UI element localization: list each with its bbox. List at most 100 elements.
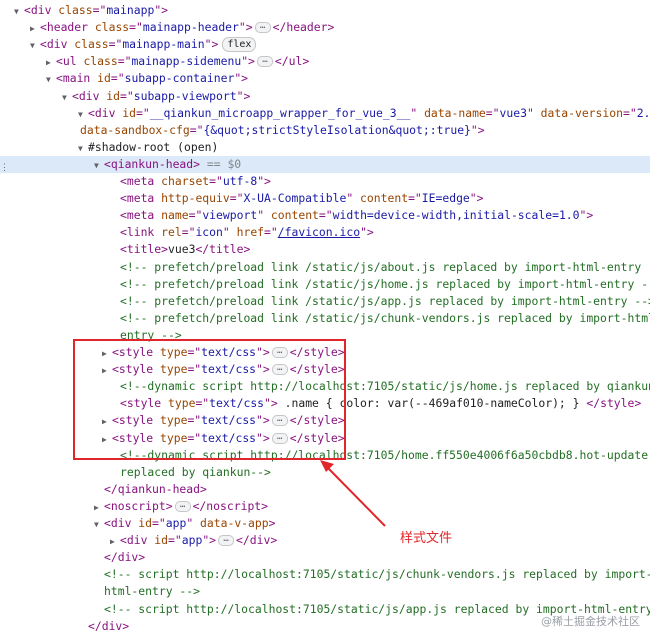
code-token: =" [318, 208, 333, 223]
code-token: width=device-width,initial-scale=1.0 [332, 208, 580, 223]
dom-node-row[interactable]: <!-- prefetch/preload link /static/js/ch… [0, 310, 650, 327]
dom-node-row[interactable]: <meta charset="utf-8"> [0, 173, 650, 190]
dom-node-row[interactable]: ▼ <div class="mainapp"> [0, 2, 650, 19]
code-token: "> [360, 225, 374, 240]
dom-node-row[interactable]: <!-- prefetch/preload link /static/js/ab… [0, 259, 650, 276]
selected-node-row[interactable]: ▼ <qiankun-head> == $0 [0, 155, 650, 173]
code-token: <ul [56, 54, 84, 69]
expand-arrow-right-icon[interactable]: ▶ [110, 533, 120, 549]
expand-arrow-down-icon[interactable]: ▼ [46, 71, 56, 87]
dom-node-row[interactable]: ▼ <div id="app" data-v-app> [0, 515, 650, 532]
code-token: =" [120, 88, 134, 103]
code-token: =" [136, 105, 150, 120]
code-token: data-v-app [200, 516, 269, 530]
code-token: <div [24, 3, 59, 17]
code-token: id [97, 71, 111, 86]
expand-arrow-down-icon[interactable]: ▼ [94, 157, 104, 173]
code-token: mainapp-sidemenu [131, 54, 242, 69]
dom-node-row[interactable]: ▶ <noscript>… </noscript> [0, 498, 650, 515]
code-token: X-UA-Compatible [243, 191, 347, 206]
collapsed-content-ellipsis-button[interactable]: … [218, 535, 235, 547]
code-token: </div> [88, 618, 130, 633]
dom-node-row[interactable]: <!-- script http://localhost:7105/static… [0, 566, 650, 583]
expand-arrow-down-icon[interactable]: ▼ [62, 89, 72, 105]
code-token: "> [154, 3, 169, 17]
expand-arrow-down-icon[interactable]: ▼ [78, 106, 88, 122]
code-token: "> [257, 174, 271, 188]
code-token: </noscript> [192, 498, 269, 513]
code-token: <div [120, 533, 155, 548]
code-token: subapp-container [124, 71, 235, 86]
code-token: " [222, 225, 237, 240]
dom-node-row[interactable]: ▼ #shadow-root (open) [0, 139, 650, 156]
code-token: <div [40, 37, 75, 52]
expand-arrow-down-icon[interactable]: ▼ [94, 516, 104, 532]
dom-node-row[interactable]: data-sandbox-cfg="{&quot;strictStyleIsol… [0, 122, 650, 139]
code-token: " [346, 191, 361, 206]
dom-node-row[interactable]: </qiankun-head> [0, 481, 650, 498]
code-token: <link [120, 225, 162, 240]
code-token: =" [152, 516, 166, 530]
href-link[interactable]: /favicon.ico [278, 225, 360, 239]
code-token: "> [241, 54, 255, 69]
expand-arrow-right-icon[interactable]: ▶ [94, 499, 104, 515]
dom-node-row[interactable]: ▼ <main id="subapp-container"> [0, 70, 650, 87]
dom-node-row[interactable]: <meta name="viewport" content="width=dev… [0, 207, 650, 224]
code-token: 2.10.11 [636, 105, 650, 120]
code-token: mainapp-main [122, 37, 205, 52]
code-token: name [161, 208, 189, 223]
dom-node-row[interactable]: </div> [0, 549, 650, 566]
collapsed-content-ellipsis-button[interactable]: … [256, 56, 273, 68]
code-token: "> [234, 71, 249, 86]
dom-node-row[interactable]: html-entry --> [0, 583, 650, 600]
code-token: #shadow-root (open) [88, 139, 219, 154]
flex-badge[interactable]: flex [222, 37, 257, 53]
dom-node-row[interactable]: <!-- prefetch/preload link /static/js/ap… [0, 293, 650, 310]
expand-arrow-right-icon[interactable]: ▶ [30, 20, 40, 36]
code-token: "> [579, 208, 594, 223]
code-token: <div [104, 516, 139, 530]
row-menu-dots-icon[interactable]: ⋮ [0, 160, 9, 177]
dom-node-row[interactable]: ▶ <div id="app">… </div> [0, 532, 650, 549]
code-token: " [186, 516, 201, 530]
dom-node-row[interactable]: <link rel="icon" href="/favicon.ico"> [0, 224, 650, 241]
code-token: viewport [202, 208, 258, 223]
code-token: html-entry --> [104, 584, 201, 599]
code-token: content [360, 191, 409, 206]
code-token: </div> [104, 550, 146, 565]
code-token: class [83, 54, 118, 69]
code-token: {&quot;strictStyleIsolation&quot;:true} [203, 122, 471, 137]
expand-arrow-down-icon[interactable]: ▼ [14, 3, 24, 19]
expand-arrow-down-icon[interactable]: ▼ [30, 37, 40, 53]
code-token: =" [209, 174, 223, 188]
dom-node-row[interactable]: ▼ <div id="__qiankun_microapp_wrapper_for… [0, 105, 650, 122]
dom-node-row[interactable]: ▼ <div class="mainapp-main"> flex [0, 36, 650, 53]
code-token: =" [168, 533, 182, 548]
expand-arrow-right-icon[interactable]: ▶ [46, 54, 56, 70]
code-token: "> [238, 20, 253, 35]
code-token: =" [110, 71, 125, 86]
code-token: </ul> [274, 54, 310, 69]
dom-node-row[interactable]: ▶ <header class="mainapp-header">… </heade… [0, 19, 650, 36]
code-token: </style> [586, 396, 642, 411]
code-token: "> [469, 191, 484, 206]
dom-node-row[interactable]: <!-- prefetch/preload link /static/js/ho… [0, 276, 650, 293]
dom-node-row[interactable]: ▶ <ul class="mainapp-sidemenu">… </ul> [0, 53, 650, 70]
collapsed-content-ellipsis-button[interactable]: … [174, 500, 191, 512]
collapsed-content-ellipsis-button[interactable]: … [254, 22, 271, 34]
code-token: <!-- prefetch/preload link /static/js/ab… [120, 259, 650, 274]
code-token: data-sandbox-cfg [80, 122, 190, 137]
code-token: data-name [424, 105, 486, 120]
code-token: icon [195, 225, 223, 240]
code-token: > [268, 516, 276, 530]
expand-arrow-down-icon[interactable]: ▼ [78, 140, 88, 156]
dom-node-row[interactable]: <title>vue3</title> [0, 241, 650, 258]
code-token: </header> [272, 20, 335, 35]
dom-node-row[interactable]: ▼ <div id="subapp-viewport"> [0, 88, 650, 105]
code-token: rel [161, 225, 182, 240]
dom-node-row[interactable]: replaced by qiankun--> [0, 464, 650, 481]
code-token: "> [202, 533, 217, 548]
dom-node-row[interactable]: <meta http-equiv="X-UA-Compatible" conte… [0, 190, 650, 207]
code-token: <header [40, 20, 95, 35]
code-token: data-version [540, 105, 623, 120]
